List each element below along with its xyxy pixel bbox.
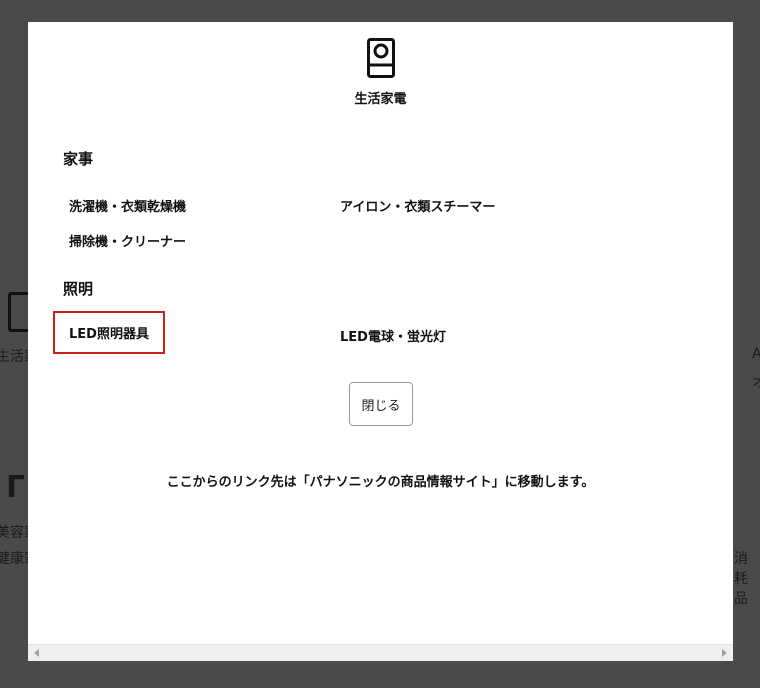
bg-category-label: 消耗品 — [734, 551, 748, 607]
link-vacuum-cleaner[interactable]: 掃除機・クリーナー — [69, 231, 186, 250]
appliance-icon — [367, 38, 395, 78]
scroll-left-icon[interactable] — [34, 649, 39, 657]
link-washing-machine[interactable]: 洗濯機・衣類乾燥機 — [69, 196, 186, 215]
bg-category-label: A — [752, 346, 760, 362]
section-title-housework: 家事 — [63, 150, 94, 168]
close-button[interactable]: 閉じる — [349, 382, 413, 426]
dryer-icon: ᒥ — [6, 470, 25, 505]
external-link-note: ここからのリンク先は「パナソニックの商品情報サイト」に移動します。 — [166, 475, 595, 490]
section-title-lighting: 照明 — [63, 280, 94, 298]
category-title: 生活家電 — [354, 92, 407, 107]
link-iron-steamer[interactable]: アイロン・衣類スチーマー — [340, 196, 495, 215]
horizontal-scrollbar[interactable] — [28, 644, 733, 661]
bg-category-label: オ — [752, 375, 760, 391]
link-led-fixtures[interactable]: LED照明器具 — [53, 311, 165, 354]
link-led-bulbs[interactable]: LED電球・蛍光灯 — [340, 326, 446, 345]
scroll-right-icon[interactable] — [722, 649, 727, 657]
category-modal: 生活家電 家事 洗濯機・衣類乾燥機 アイロン・衣類スチーマー 掃除機・クリーナー… — [28, 22, 733, 661]
